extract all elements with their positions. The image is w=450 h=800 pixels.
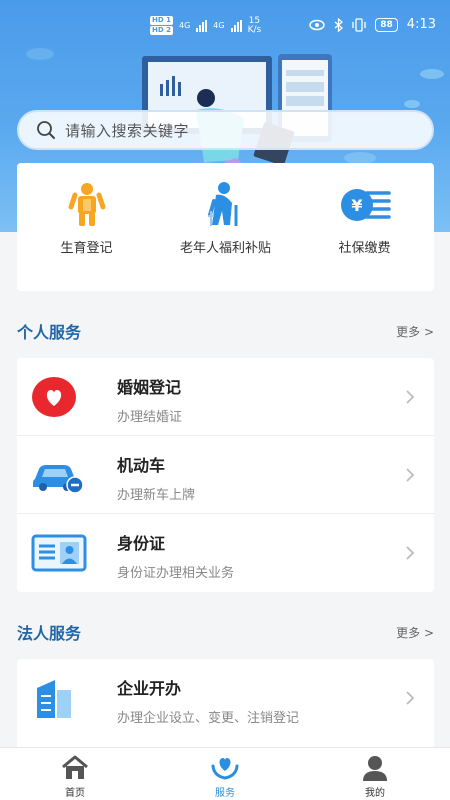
quick-service-child-registration[interactable]: 生育登记: [22, 181, 152, 256]
profile-icon: [363, 756, 387, 781]
list-item-vehicle[interactable]: 机动车 办理新车上牌: [17, 436, 434, 514]
nav-home[interactable]: 首页: [0, 748, 150, 800]
system-status: 88 4:13: [309, 17, 436, 32]
eye-icon: [309, 19, 326, 30]
car-icon: [33, 464, 84, 494]
personal-services-list: 婚姻登记 办理结婚证 机动车 办理新车上牌 身份证 身份证办理相关业务: [17, 358, 434, 592]
home-icon: [62, 755, 88, 779]
battery-icon: 88: [375, 17, 398, 32]
nav-service[interactable]: 服务: [150, 748, 300, 800]
list-item-title: 婚姻登记: [117, 378, 182, 397]
signal-bars-icon: [196, 19, 208, 32]
elderly-subsidy-icon: [207, 182, 237, 226]
marriage-heart-icon: [32, 376, 76, 417]
list-item-subtitle: 办理新车上牌: [117, 488, 196, 503]
id-card-icon: [31, 534, 87, 572]
signal-bars-icon: [230, 19, 242, 32]
nav-label: 服务: [215, 788, 235, 799]
legal-more-link[interactable]: 更多 >: [396, 624, 434, 641]
list-item-subtitle: 办理结婚证: [117, 410, 183, 425]
bottom-navigation: 首页 服务 我的: [0, 747, 450, 800]
list-item-enterprise[interactable]: 企业开办 办理企业设立、变更、注销登记: [17, 659, 434, 737]
list-item-title: 机动车: [117, 456, 166, 475]
hd-badge-2: HD 2: [150, 26, 173, 35]
quick-service-label: 生育登记: [60, 241, 113, 256]
list-item-subtitle: 办理企业设立、变更、注销登记: [117, 711, 300, 726]
svg-text:¥: ¥: [351, 196, 362, 215]
search-icon: [37, 121, 55, 139]
clock: 4:13: [406, 17, 436, 32]
social-security-payment-icon: ¥: [340, 189, 391, 221]
list-item-title: 企业开办: [117, 679, 182, 698]
chevron-right-icon: [406, 691, 415, 705]
bluetooth-icon: [334, 17, 344, 32]
signal-4g-label-2: 4G: [213, 21, 225, 30]
legal-services-list: 企业开办 办理企业设立、变更、注销登记: [17, 659, 434, 747]
list-item-id-card[interactable]: 身份证 身份证办理相关业务: [17, 514, 434, 592]
child-registration-icon: [68, 183, 105, 226]
status-bar: HD 1 HD 2 4G 4G 15 K/s 88 4:13: [0, 12, 450, 40]
network-speed-unit: K/s: [247, 24, 262, 35]
legal-services-header: 法人服务 更多 >: [17, 619, 434, 645]
service-heart-hands-icon: [211, 758, 239, 780]
vibrate-icon: [352, 17, 366, 32]
quick-service-elderly-subsidy[interactable]: 老年人福利补贴: [161, 181, 291, 256]
enterprise-building-icon: [37, 680, 71, 718]
nav-label: 首页: [65, 788, 85, 799]
network-status: HD 1 HD 2 4G 4G 15 K/s: [150, 16, 261, 35]
nav-profile[interactable]: 我的: [300, 748, 450, 800]
nav-label: 我的: [365, 788, 385, 799]
list-item-marriage[interactable]: 婚姻登记 办理结婚证: [17, 358, 434, 436]
quick-service-label: 社保缴费: [338, 241, 391, 256]
chevron-right-icon: [406, 467, 415, 482]
section-title-legal: 法人服务: [17, 624, 82, 643]
quick-services-card: 生育登记 老年人福利补贴 ¥ 社保缴费: [17, 163, 434, 291]
chevron-right-icon: [406, 546, 415, 560]
list-item-subtitle: 身份证办理相关业务: [117, 566, 235, 581]
quick-service-social-security[interactable]: ¥ 社保缴费: [300, 181, 430, 256]
signal-4g-label-1: 4G: [178, 21, 191, 30]
section-title-personal: 个人服务: [17, 323, 82, 342]
search-placeholder: 请输入搜索关键字: [65, 121, 190, 140]
hd-badge-1: HD 1: [150, 16, 173, 25]
list-item-title: 身份证: [117, 534, 166, 553]
personal-more-link[interactable]: 更多 >: [396, 323, 434, 340]
network-speed: 15 K/s: [247, 16, 262, 35]
search-input[interactable]: 请输入搜索关键字: [17, 110, 434, 150]
quick-service-label: 老年人福利补贴: [179, 241, 271, 256]
personal-services-header: 个人服务 更多 >: [17, 318, 434, 344]
chevron-right-icon: [406, 389, 415, 404]
